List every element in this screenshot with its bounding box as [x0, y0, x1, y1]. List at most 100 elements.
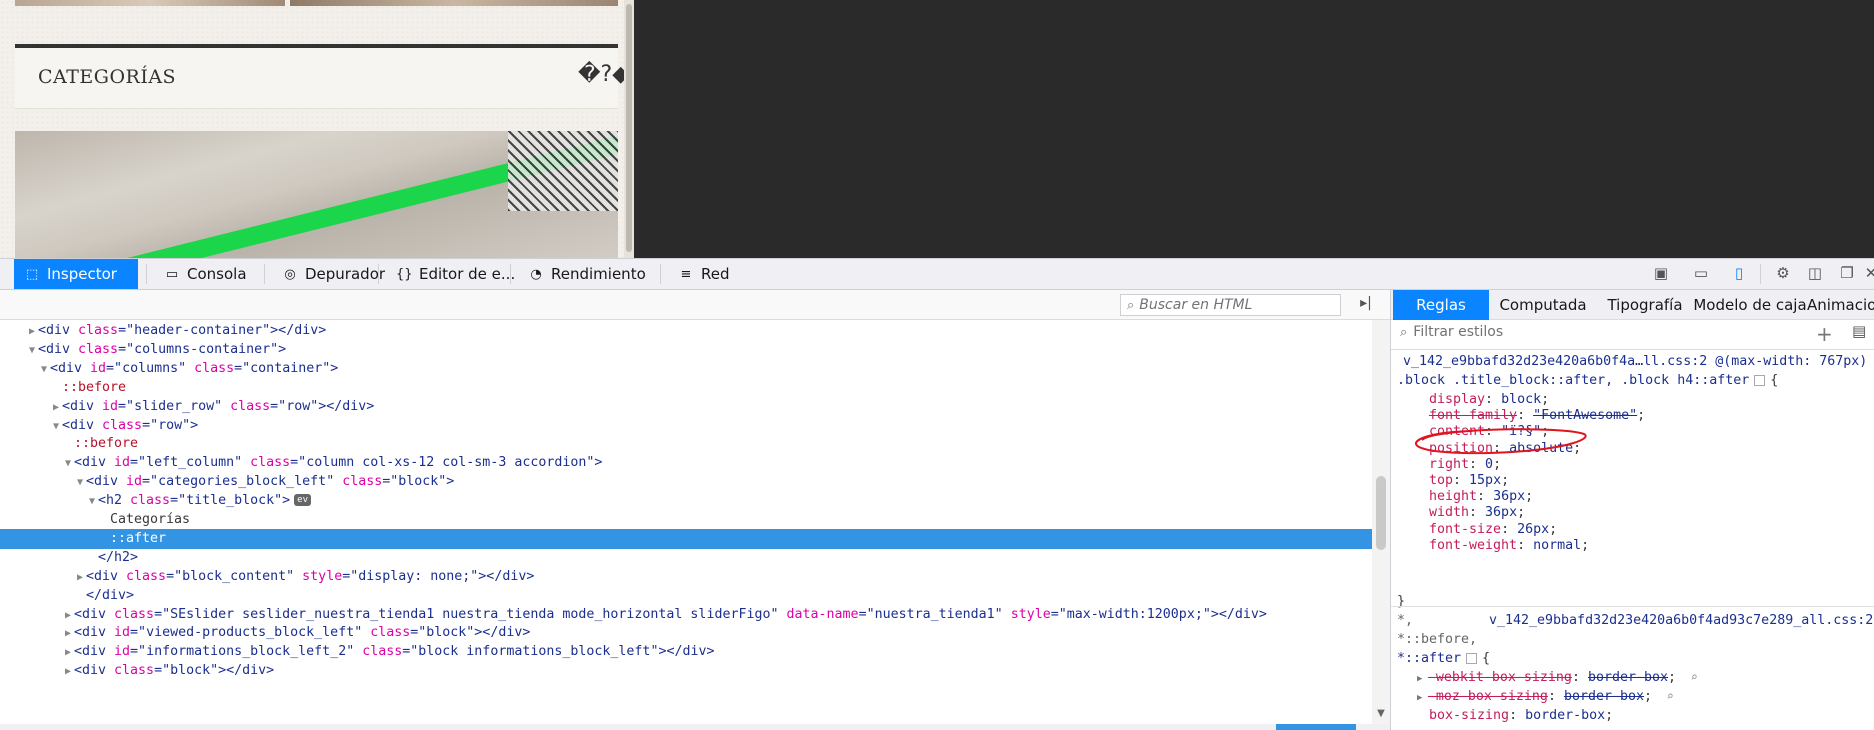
markup-node[interactable]: ▶ <div id="viewed-products_block_left" cl…: [0, 623, 1372, 643]
markup-node[interactable]: ::before: [0, 434, 1372, 454]
css-declaration[interactable]: ▶ -moz-box-sizing: border-box; ⌕: [1417, 687, 1674, 706]
css-property-value[interactable]: block: [1501, 392, 1541, 407]
add-rule-icon[interactable]: +: [1816, 322, 1833, 346]
css-property-name[interactable]: width: [1429, 505, 1469, 520]
css-property-name[interactable]: height: [1429, 489, 1477, 504]
markup-node[interactable]: ::before: [0, 378, 1372, 398]
tab-animations[interactable]: Animacion: [1807, 290, 1874, 320]
markup-node[interactable]: ▼ <div id="categories_block_left" class="…: [0, 472, 1372, 492]
highlight-toggle-icon[interactable]: [1466, 652, 1478, 664]
markup-node[interactable]: ▶ <div id="slider_row" class="row"></div>: [0, 397, 1372, 417]
page-scroll-thumb[interactable]: [626, 4, 632, 252]
css-property-value[interactable]: "FontAwesome": [1533, 408, 1637, 423]
markup-token: container: [250, 360, 323, 376]
markup-node[interactable]: ▼ <h2 class="title_block"> ev: [0, 491, 1372, 511]
tab-fonts[interactable]: Tipografía: [1597, 290, 1693, 320]
css-property-name[interactable]: display: [1429, 392, 1485, 407]
markup-node[interactable]: ▼ <div class="row">: [0, 416, 1372, 436]
scroll-down-icon[interactable]: ▼: [1372, 708, 1390, 724]
markup-node[interactable]: ▼ <div class="columns-container">: [0, 340, 1372, 360]
tab-box-model[interactable]: Modelo de caja: [1693, 290, 1806, 320]
tab-inspector[interactable]: ⬚ Inspector: [14, 259, 138, 289]
markup-node[interactable]: ▶ <div id="informations_block_left_2" cla…: [0, 642, 1372, 662]
markup-node[interactable]: ▼ <div id="left_column" class="column col…: [0, 453, 1372, 473]
breadcrumb-active-item[interactable]: [1276, 724, 1356, 730]
event-badge[interactable]: ev: [294, 494, 311, 507]
markup-token: class: [130, 493, 171, 509]
close-icon[interactable]: ✕: [1860, 263, 1874, 283]
categories-block-title: CATEGORÍAS: [38, 66, 177, 88]
css-property-value[interactable]: 15px: [1469, 473, 1501, 488]
tab-style-editor[interactable]: {} Editor de e...: [386, 259, 525, 289]
css-property-value[interactable]: border-box: [1588, 670, 1668, 685]
tab-console[interactable]: ▭ Consola: [154, 259, 257, 289]
split-console-icon[interactable]: ▭: [1690, 263, 1712, 283]
markup-scroll-thumb[interactable]: [1376, 476, 1386, 550]
expand-arrow-icon[interactable]: ▶: [1417, 693, 1428, 703]
gear-icon[interactable]: ⚙: [1772, 263, 1794, 283]
markup-node[interactable]: ▶ <div class="header-container"></div>: [0, 321, 1372, 341]
css-property-name[interactable]: right: [1429, 457, 1469, 472]
dock-side-icon[interactable]: ◫: [1804, 263, 1826, 283]
css-property-name[interactable]: font-size: [1429, 522, 1501, 537]
markup-token: <div: [86, 474, 127, 490]
css-property-value[interactable]: normal: [1533, 538, 1581, 553]
markup-token: ": [354, 625, 371, 641]
html-search-input[interactable]: ⌕ Buscar en HTML: [1120, 294, 1341, 316]
css-declaration[interactable]: box-sizing: border-box;: [1429, 706, 1613, 725]
markup-node[interactable]: ▶ <div class="block_content" style="displ…: [0, 567, 1372, 587]
search-icon[interactable]: ⌕: [1652, 689, 1673, 703]
markup-token: class: [114, 606, 155, 622]
css-property-name[interactable]: -moz-box-sizing: [1428, 689, 1548, 704]
search-icon[interactable]: ⌕: [1676, 670, 1697, 684]
tab-network[interactable]: ≡ Red: [668, 259, 740, 289]
rule-source-link[interactable]: v_142_e9bbafd32d23e420a6b0f4a…ll.css:2 @…: [1403, 352, 1867, 371]
css-declaration[interactable]: ▶ -webkit-box-sizing: border-box; ⌕: [1417, 668, 1698, 687]
filter-styles-input[interactable]: ⌕ Filtrar estilos: [1400, 324, 1503, 340]
markup-token: id: [114, 455, 131, 471]
markup-token: ": [178, 360, 195, 376]
css-declaration[interactable]: font-weight: normal;: [1429, 536, 1589, 555]
expand-arrow-icon[interactable]: ▶: [1417, 674, 1428, 684]
markup-node[interactable]: Categorías: [0, 510, 1372, 530]
markup-node[interactable]: </h2>: [0, 548, 1372, 568]
css-property-value[interactable]: 26px: [1517, 522, 1549, 537]
rule-selector[interactable]: *::after{: [1397, 649, 1490, 668]
markup-token: =": [402, 644, 419, 660]
expand-arrow-icon[interactable]: ▶: [62, 662, 74, 682]
markup-node[interactable]: ::after: [0, 528, 1372, 549]
tab-performance[interactable]: ◔ Rendimiento: [518, 259, 656, 289]
markup-node[interactable]: ▼ <div id="columns" class="container">: [0, 359, 1372, 379]
css-property-name[interactable]: top: [1429, 473, 1453, 488]
breadcrumb[interactable]: [0, 724, 1390, 730]
css-property-value[interactable]: 36px: [1493, 489, 1525, 504]
tab-computed[interactable]: Computada: [1491, 290, 1595, 320]
class-toggle-icon[interactable]: ▤: [1852, 322, 1866, 340]
sidebar-toggle-icon[interactable]: ▸|: [1356, 295, 1376, 315]
markup-token: ">: [438, 474, 455, 490]
css-property-value[interactable]: 0: [1485, 457, 1493, 472]
css-property-value[interactable]: border-box: [1525, 708, 1605, 723]
markup-node[interactable]: </div>: [0, 586, 1372, 606]
markup-token: =": [382, 474, 399, 490]
css-property-name[interactable]: box-sizing: [1429, 708, 1509, 723]
css-property-value[interactable]: 36px: [1485, 505, 1517, 520]
tab-debugger[interactable]: ◎ Depurador: [272, 259, 395, 289]
highlight-toggle-icon[interactable]: [1754, 374, 1766, 386]
markup-token: block: [170, 663, 211, 679]
responsive-mode-icon[interactable]: ▯: [1728, 263, 1750, 283]
frame-select-icon[interactable]: ▣: [1650, 263, 1672, 283]
css-property-value[interactable]: border-box: [1564, 689, 1644, 704]
markup-token: =": [130, 455, 147, 471]
markup-token: ": [214, 398, 231, 414]
css-property-name[interactable]: font-family: [1429, 408, 1517, 423]
markup-token: row: [158, 417, 183, 433]
markup-node[interactable]: ▶ <div class="SEslider seslider_nuestra_t…: [0, 605, 1372, 625]
tab-rules[interactable]: Reglas: [1393, 290, 1489, 320]
css-property-name[interactable]: font-weight: [1429, 538, 1517, 553]
undock-icon[interactable]: ❐: [1836, 263, 1858, 283]
markup-node[interactable]: ▶ <div class="block"></div>: [0, 661, 1372, 681]
css-property-name[interactable]: -webkit-box-sizing: [1428, 670, 1572, 685]
rule-selector[interactable]: .block .title_block::after, .block h4::a…: [1397, 371, 1778, 390]
rule-source-link[interactable]: v_142_e9bbafd32d23e420a6b0f4ad93c7e289_a…: [1489, 611, 1873, 630]
